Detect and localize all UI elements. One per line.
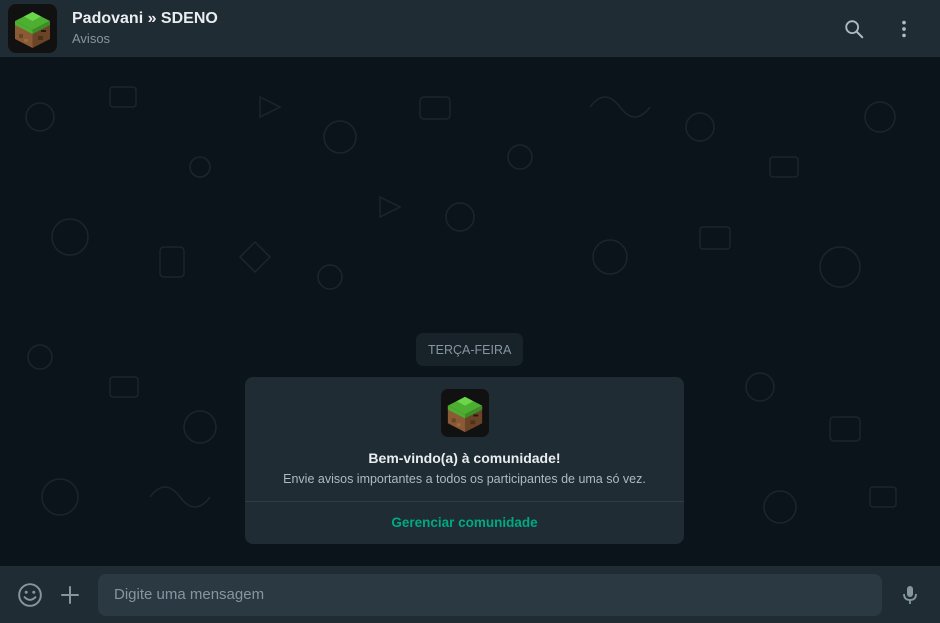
emoji-icon: [18, 582, 42, 607]
search-icon: [845, 19, 864, 38]
message-input[interactable]: [98, 573, 882, 616]
welcome-title: Bem-vindo(a) à comunidade!: [368, 450, 561, 466]
minecraft-grass-block-logo: [8, 4, 57, 53]
card-divider: [245, 501, 684, 502]
community-welcome-card: Bem-vindo(a) à comunidade! Envie avisos …: [245, 377, 684, 544]
search-button[interactable]: [836, 11, 872, 47]
chat-header: Padovani » SDENO Avisos: [0, 0, 940, 57]
chat-window: Padovani » SDENO Avisos TERÇA-FEIRA Bem-…: [0, 0, 940, 623]
manage-community-link[interactable]: Gerenciar comunidade: [391, 515, 537, 530]
emoji-button[interactable]: [10, 577, 50, 613]
compose-bar: [0, 566, 940, 623]
voice-message-button[interactable]: [890, 577, 930, 613]
menu-kebab-icon: [902, 20, 906, 37]
group-avatar[interactable]: [8, 4, 57, 53]
microphone-icon: [903, 585, 917, 604]
header-actions: [836, 11, 922, 47]
welcome-text: Envie avisos importantes a todos os part…: [283, 472, 646, 486]
chat-title: Padovani » SDENO: [72, 10, 218, 27]
plus-icon: [61, 585, 79, 604]
message-area[interactable]: TERÇA-FEIRA Bem-vindo(a) à comunidade! E…: [0, 57, 940, 566]
header-info[interactable]: Padovani » SDENO Avisos: [72, 9, 836, 48]
attach-button[interactable]: [50, 577, 90, 613]
chat-subtitle: Avisos: [72, 31, 111, 46]
date-separator: TERÇA-FEIRA: [416, 333, 524, 366]
community-avatar: [440, 389, 489, 437]
minecraft-grass-block-logo: [440, 389, 489, 437]
menu-button[interactable]: [886, 11, 922, 47]
